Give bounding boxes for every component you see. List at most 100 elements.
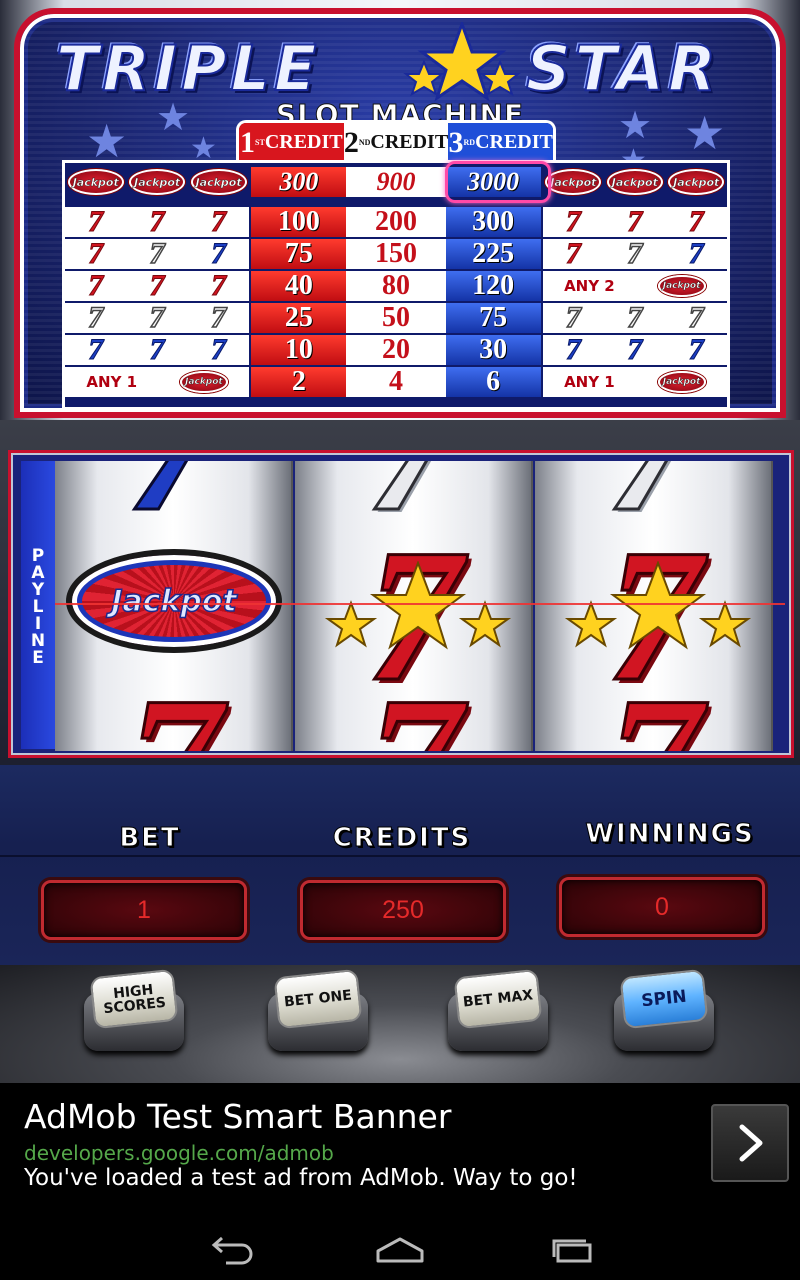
payout-value: 4 [346,366,446,397]
blue-seven-icon: 7 [211,237,227,270]
credit-tab-2: 2 ND CREDIT [343,123,449,162]
jackpot-icon: Jackpot [545,169,602,195]
payout-value: 25 [251,302,347,333]
payout-value: 80 [346,270,446,301]
red-seven-icon: 7 [88,269,104,302]
star-seven-icon: 7 [565,205,581,238]
winnings-label: WINNINGS [585,819,755,850]
star-seven-icon: 7 [149,205,165,238]
bet-display: 1 [41,880,247,940]
spin-button[interactable]: SPIN [614,968,714,1051]
chevron-right-icon [739,1124,763,1162]
paytable-row: 7 7 7 40 80 120 ANY 2 Jackpot [65,269,727,302]
payout-value: 200 [346,206,446,237]
blue-seven-icon: 7 [565,333,581,366]
paytable-header: ★ ★ ★ ★ ★ ★ TRIPLE STAR SLOT MACHINE 1ST… [0,0,800,420]
payout-value: 40 [251,270,347,301]
credit-tab-3: 3 RD CREDIT [448,123,553,162]
jackpot-icon: Jackpot [606,169,663,195]
payline-strip: PAYLINE [21,461,55,749]
highlight-frame [445,161,551,203]
high-scores-button[interactable]: HIGH SCORES [84,968,184,1051]
jackpot-icon: Jackpot [67,169,124,195]
paytable: Jackpot Jackpot Jackpot 300 900 3000 Jac… [62,160,730,410]
paytable-row: 7 7 7 25 50 75 7 7 7 [65,301,727,334]
ad-description: You've loaded a test ad from AdMob. Way … [24,1165,578,1191]
payout-value: 10 [251,334,347,365]
payout-value: 150 [346,238,446,269]
jackpot-icon: Jackpot [668,169,725,195]
red-seven-icon: 7 [565,237,581,270]
reel-2[interactable]: 7 7 7 [295,461,533,751]
ad-title: AdMob Test Smart Banner [24,1097,452,1136]
red-seven-icon: 7 [149,269,165,302]
paytable-row: 7 7 7 75 150 225 7 7 7 [65,237,727,270]
white-seven-icon: 7 [627,237,644,270]
payout-value: 225 [445,238,541,269]
credit-tabs: 1 ST CREDIT 2 ND CREDIT 3 RD CREDIT [236,120,556,162]
home-button[interactable] [370,1232,430,1268]
ad-url[interactable]: developers.google.com/admob [24,1141,334,1165]
ad-banner[interactable]: AdMob Test Smart Banner developers.googl… [0,1083,800,1218]
payline-marker [55,603,785,605]
blue-seven-icon: 7 [149,333,165,366]
home-icon [376,1237,424,1263]
white-seven-icon: 7 [210,301,227,334]
payout-value: 6 [445,366,541,397]
credits-label: CREDITS [332,823,472,854]
blue-seven-icon: 7 [211,333,227,366]
bet-one-button[interactable]: BET ONE [268,968,368,1051]
jackpot-icon: Jackpot [66,549,282,653]
back-button[interactable] [200,1232,260,1268]
reel-3[interactable]: 7 7 7 [535,461,773,751]
star-seven-icon: 7 [688,205,704,238]
payout-value: 75 [251,238,347,269]
star-cluster-icon [564,561,752,650]
red-seven-icon: 7 [605,668,703,752]
jackpot-icon: Jackpot [129,169,186,195]
credit-tab-1: 1 ST CREDIT [239,123,344,162]
paytable-row-jackpot: Jackpot Jackpot Jackpot 300 900 3000 Jac… [65,167,727,197]
back-icon [211,1236,253,1265]
any-one-label: ANY 1 [564,373,615,391]
title-star: STAR [525,31,720,106]
payout-value: 75 [445,302,541,333]
paytable-row: ANY 1 Jackpot 2 4 6 ANY 1 Jackpot [65,366,727,397]
reel-1[interactable]: 7 Jackpot 7 [55,461,293,751]
star-cluster-icon [324,561,512,650]
stats-panel: BET CREDITS WINNINGS 1 250 0 [0,765,800,965]
system-nav-bar [0,1218,800,1280]
paytable-row: 7 7 7 100 200 300 7 7 7 [65,205,727,238]
recents-button[interactable] [542,1232,602,1268]
title-triple: TRIPLE [55,31,321,106]
jackpot-icon: Jackpot [179,371,228,393]
jackpot-icon: Jackpot [657,275,706,297]
white-seven-icon: 7 [149,301,166,334]
reel-window: PAYLINE 7 Jackpot 7 7 7 7 7 7 [8,450,794,758]
payout-value: 120 [445,270,541,301]
white-seven-icon: 7 [627,301,644,334]
payout-value: 100 [251,206,347,237]
reel-area: PAYLINE 7 Jackpot 7 7 7 7 7 7 [0,420,800,765]
recents-icon [552,1239,592,1263]
payout-value: 50 [346,302,446,333]
ad-open-button[interactable] [711,1104,789,1182]
white-seven-icon: 7 [87,301,104,334]
bet-max-button[interactable]: BET MAX [448,968,548,1051]
paytable-row: 7 7 7 10 20 30 7 7 7 [65,333,727,366]
blue-seven-icon: 7 [688,333,704,366]
star-seven-icon: 7 [627,205,643,238]
payout-value: 300 [251,167,347,197]
jackpot-icon: Jackpot [190,169,247,195]
payout-value: 900 [346,167,446,197]
star-seven-icon: 7 [211,205,227,238]
control-bar: HIGH SCORES BET ONE BET MAX SPIN [0,965,800,1083]
payout-value: 2 [251,366,347,397]
payout-value: 30 [445,334,541,365]
blue-seven-icon: 7 [688,237,704,270]
red-seven-icon: 7 [211,269,227,302]
payout-value: 20 [346,334,446,365]
jackpot-icon: Jackpot [657,371,706,393]
blue-seven-icon: 7 [125,461,223,543]
payline-label: PAYLINE [28,545,48,665]
